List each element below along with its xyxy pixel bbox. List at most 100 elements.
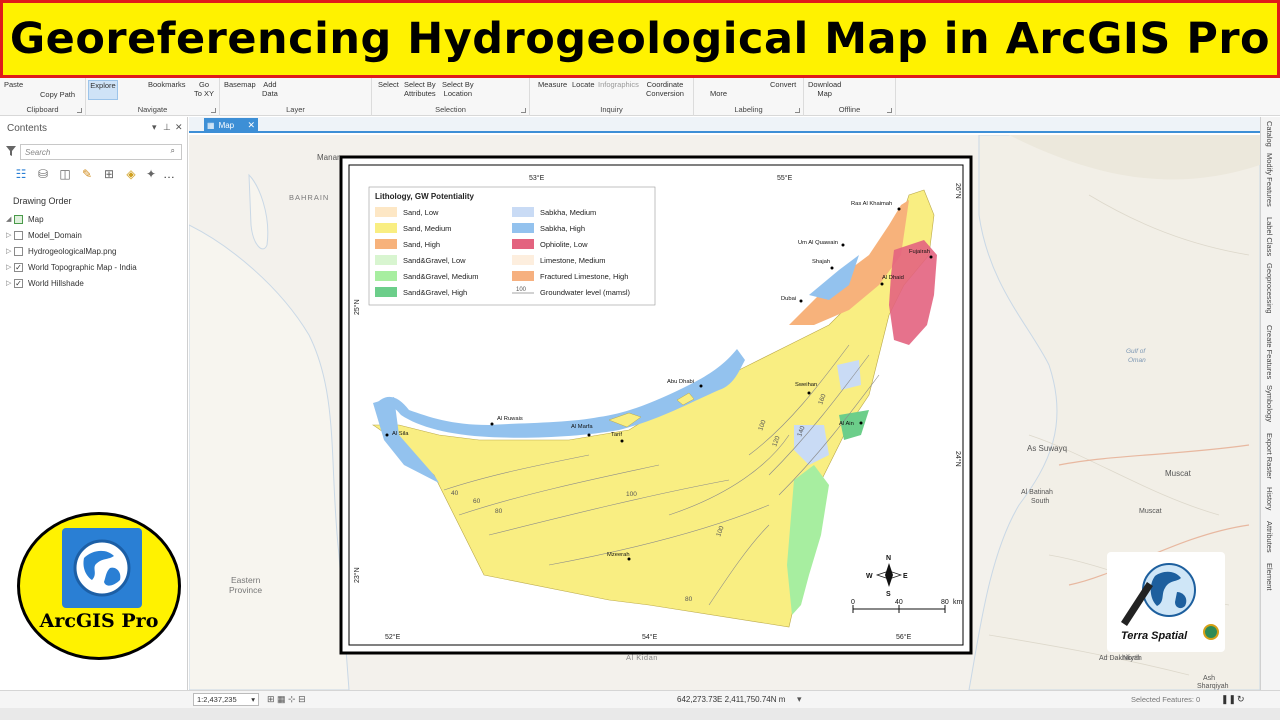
tab-catalog[interactable]: Catalog [1265,121,1274,147]
legend-swatch [375,287,397,297]
city-al-sila: Al Sila [392,431,409,437]
legend-swatch [375,271,397,281]
hydro-map-overlay[interactable]: 53°E 55°E 52°E 54°E 56°E 26°N 24°N 25°N … [339,155,973,655]
layer-name: World Hillshade [28,278,84,288]
search-placeholder: Search [25,148,51,157]
coordinate-units-icon[interactable]: ▾ [797,694,802,705]
map-canvas[interactable]: Manama BAHRAIN Eastern Province Gulf of … [189,135,1260,690]
legend-swatch [512,255,534,265]
locate-button[interactable]: Locate [572,80,595,89]
city-shajah: Shajah [812,259,830,265]
tab-attributes[interactable]: Attributes [1265,521,1274,553]
coordinate-conversion-button[interactable]: Coordinate Conversion [646,80,684,98]
convert-button[interactable]: Convert [770,80,796,89]
more-button[interactable]: More [710,89,727,98]
lat-right-26: 26°N [954,183,962,199]
label-gulf-of-oman-2: Oman [1128,357,1146,364]
tab-label-class[interactable]: Label Class [1265,217,1274,256]
search-icon[interactable]: ⌕ [171,146,175,156]
contour-label-80: 80 [495,508,503,515]
list-by-perspective-icon[interactable]: ✦ [144,167,158,181]
infographics-button[interactable]: Infographics [598,80,639,89]
expand-icon[interactable]: ▷ [6,279,14,287]
map-scale-value: 1:2,437,235 [197,695,237,704]
layer-checkbox[interactable]: ✓ [14,278,23,288]
more-options-icon[interactable]: … [162,167,176,181]
map-scale-dropdown[interactable]: 1:2,437,235 ▾ [193,693,259,706]
expand-icon[interactable]: ▷ [6,247,14,255]
contents-search-input[interactable]: Search ⌕ [20,144,182,160]
close-tab-icon[interactable]: ✕ [247,120,255,131]
layer-checkbox[interactable] [14,246,23,256]
measure-button[interactable]: Measure [538,80,567,89]
copy-path-button[interactable]: Copy Path [40,90,75,99]
download-map-button[interactable]: Download Map [808,80,841,98]
expand-icon[interactable]: ▷ [6,263,14,271]
city-abu-dhabi: Abu Dhabi [667,379,694,385]
layer-checkbox[interactable]: ✓ [14,262,23,272]
scale-mid: 40 [895,599,903,606]
layer-row-hydro-map[interactable]: ▷ HydrogeologicalMap.png [6,244,117,258]
city-tarif: Tarif [611,432,622,438]
select-button[interactable]: Select [378,80,399,89]
bookmarks-button[interactable]: Bookmarks [148,80,186,89]
go-to-xy-button[interactable]: Go To XY [194,80,214,98]
pause-drawing-icon[interactable]: ❚❚ [1221,694,1236,705]
legend-label: Sand&Gravel, High [403,288,467,297]
ribbon-group-clipboard: Paste Copy Path Clipboard [0,78,86,116]
tab-geoprocessing[interactable]: Geoprocessing [1265,263,1274,313]
close-pane-icon[interactable]: ✕ [175,122,183,133]
layer-row-map[interactable]: ◢ Map [6,212,44,226]
snapping-icon[interactable]: ⊞ ▦ ⊹ ⊟ [267,694,306,705]
basemap-button[interactable]: Basemap [224,80,256,89]
tab-map[interactable]: ▦ Map ✕ [204,118,258,133]
list-by-selection-icon[interactable]: ◫ [58,167,72,181]
explore-button[interactable]: Explore [88,80,118,100]
contour-label-100a: 100 [626,491,637,498]
select-by-attributes-button[interactable]: Select By Attributes [404,80,436,98]
list-by-labeling-icon[interactable]: ◈ [124,167,138,181]
city-dot [929,255,933,259]
label-eastern-province-2: Province [229,585,262,595]
city-ras-al-khaimah: Ras Al Khaimah [851,201,892,207]
select-by-location-button[interactable]: Select By Location [442,80,474,98]
north-arrow-n: N [886,555,891,562]
refresh-icon[interactable]: ↻ [1237,694,1245,705]
selection-launcher-icon[interactable] [521,108,526,113]
pane-options-icon[interactable]: ▾ [152,122,157,133]
tab-symbology[interactable]: Symbology [1265,385,1274,422]
tab-history[interactable]: History [1265,487,1274,510]
offline-launcher-icon[interactable] [887,108,892,113]
list-by-snapping-icon[interactable]: ⊞ [102,167,116,181]
list-by-drawing-order-icon[interactable]: ☷ [14,167,28,181]
tab-export-raster[interactable]: Export Raster [1265,433,1274,479]
list-by-data-source-icon[interactable]: ⛁ [36,167,50,181]
collapse-icon[interactable]: ◢ [6,215,14,223]
layer-row-hillshade[interactable]: ▷ ✓ World Hillshade [6,276,84,290]
city-al-dhaid: Al Dhaid [882,275,904,281]
pin-icon[interactable]: ⊥ [163,122,171,133]
tab-modify-features[interactable]: Modify Features [1265,153,1274,207]
map-view[interactable]: Manama BAHRAIN Eastern Province Gulf of … [189,135,1260,690]
layer-row-model-domain[interactable]: ▷ Model_Domain [6,228,82,242]
filter-icon[interactable] [6,146,16,156]
navigate-launcher-icon[interactable] [211,108,216,113]
layer-checkbox[interactable] [14,230,23,240]
tab-create-features[interactable]: Create Features [1265,325,1274,379]
lat-right-24: 24°N [954,451,962,467]
contents-status-strip [0,690,189,708]
list-by-editing-icon[interactable]: ✎ [80,167,94,181]
expand-icon[interactable]: ▷ [6,231,14,239]
group-label-offline: Offline [838,105,861,114]
legend-title: Lithology, GW Potentiality [375,192,475,201]
labeling-launcher-icon[interactable] [795,108,800,113]
terra-spatial-logo: Terra Spatial [1107,552,1225,652]
clipboard-launcher-icon[interactable] [77,108,82,113]
layer-row-topographic[interactable]: ▷ ✓ World Topographic Map - India [6,260,137,274]
city-sweihan: Sweihan [795,382,817,388]
paste-button[interactable]: Paste [4,80,23,89]
add-data-button[interactable]: Add Data [262,80,278,98]
tab-element[interactable]: Element [1265,563,1274,591]
city-dot [699,384,703,388]
layer-name: Map [28,214,44,224]
